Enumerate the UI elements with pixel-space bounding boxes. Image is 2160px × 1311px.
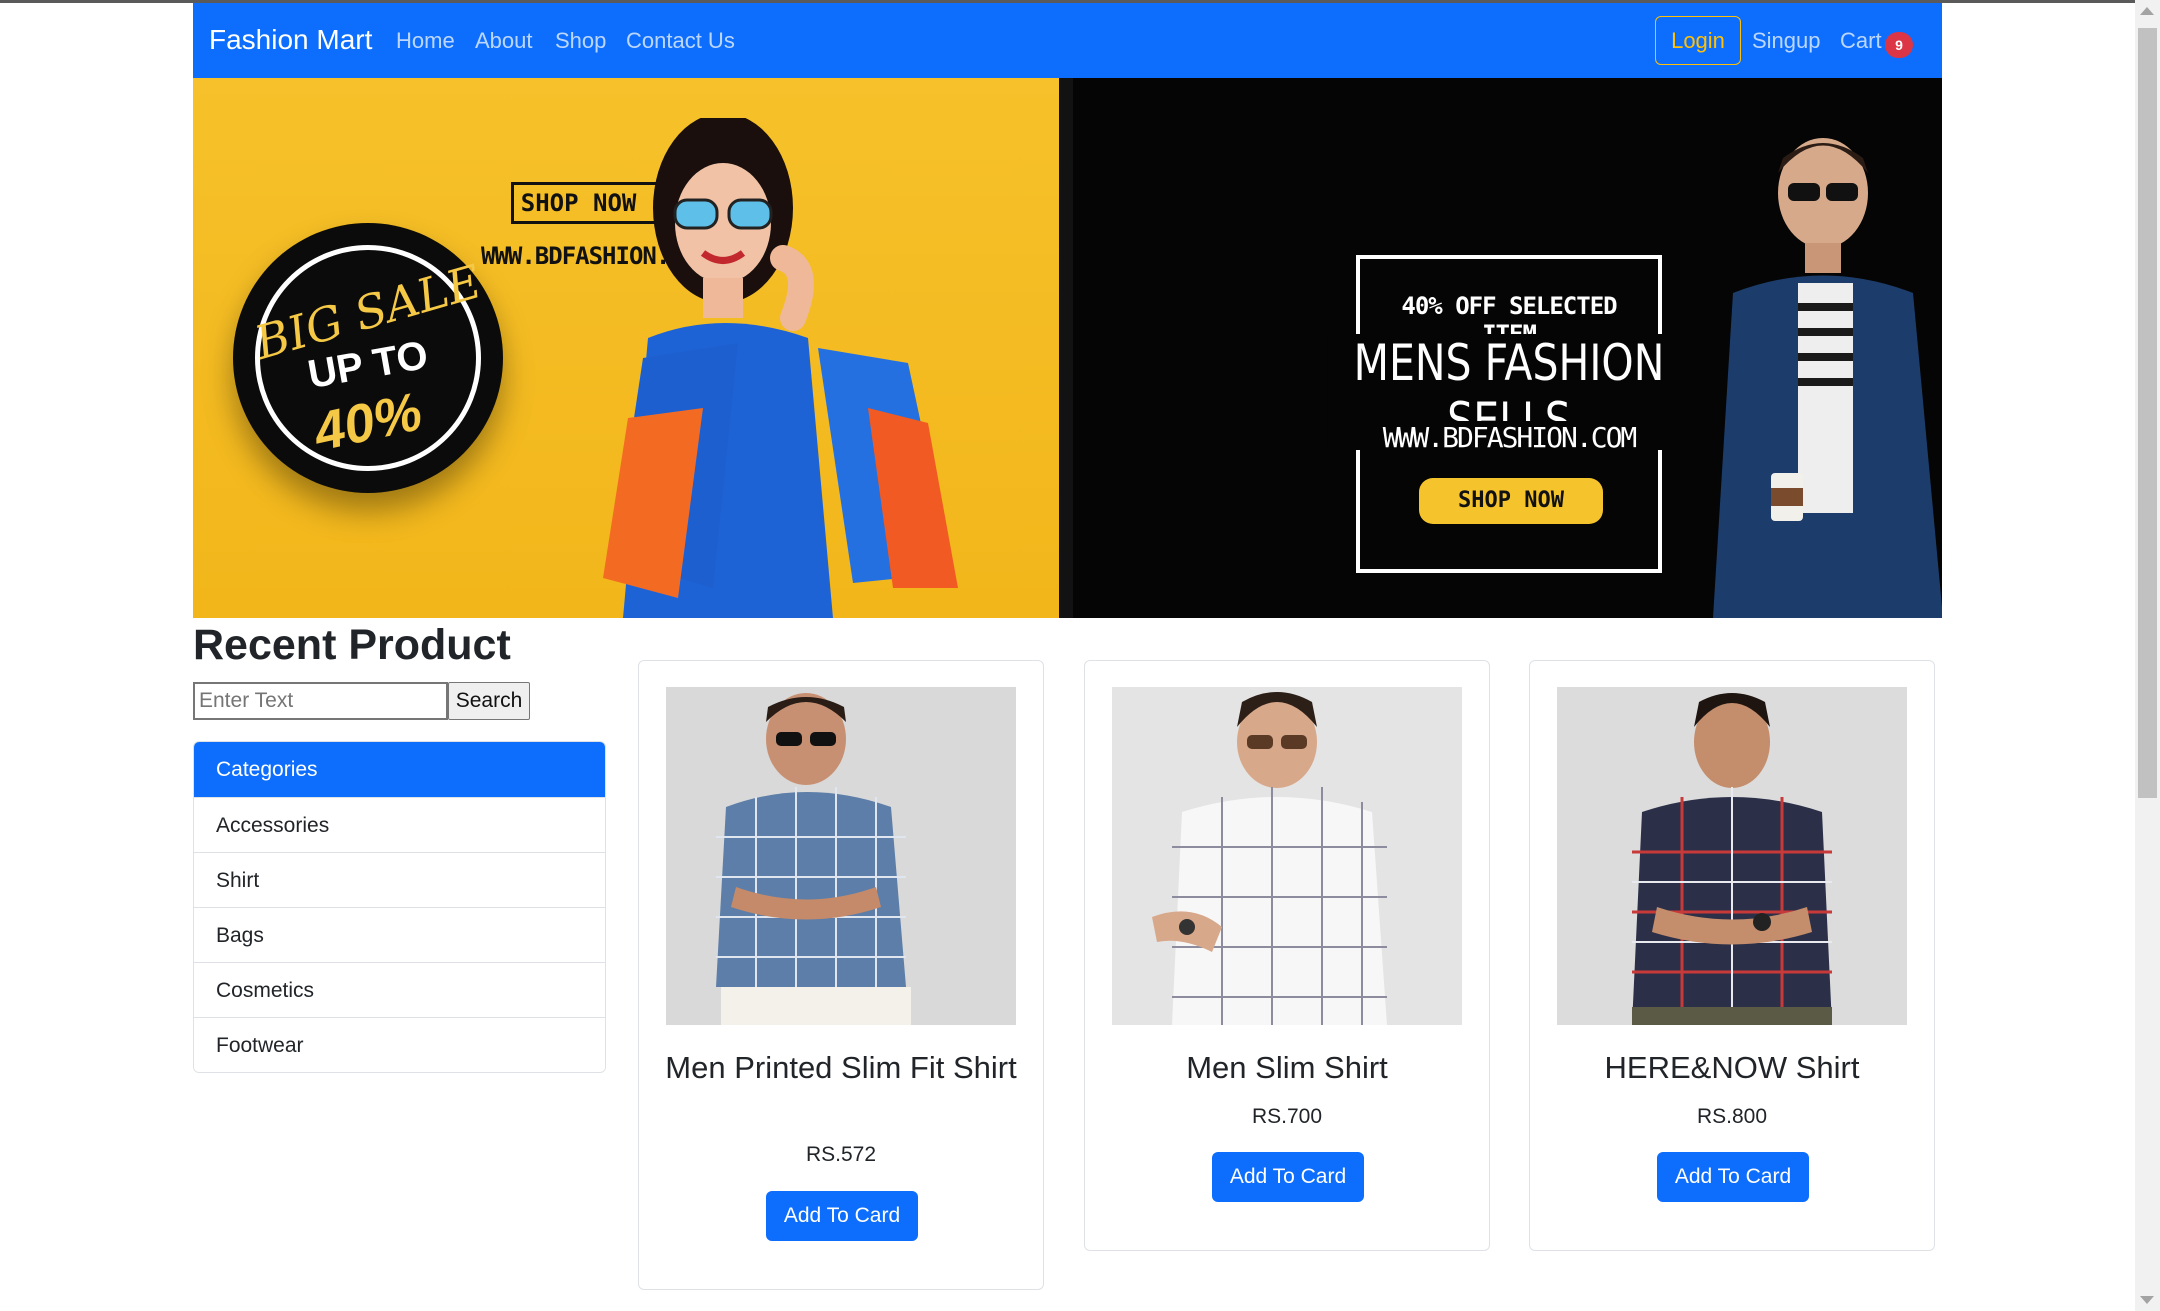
- nav-shop[interactable]: Shop: [555, 28, 606, 54]
- promo-shop-now-button: SHOP NOW: [1419, 478, 1603, 524]
- product-card: Men Slim Shirt RS.700 Add To Card: [1084, 660, 1490, 1251]
- categories-list: Categories Accessories Shirt Bags Cosmet…: [193, 741, 606, 1073]
- categories-header[interactable]: Categories: [194, 742, 605, 797]
- promo-url: WWW.BDFASHION.COM: [1368, 421, 1650, 454]
- search-button[interactable]: Search: [448, 682, 530, 720]
- add-to-cart-button[interactable]: Add To Card: [1657, 1152, 1809, 1202]
- category-accessories[interactable]: Accessories: [194, 797, 605, 852]
- navbar: Fashion Mart Home About Shop Contact Us …: [193, 3, 1942, 78]
- category-footwear[interactable]: Footwear: [194, 1017, 605, 1072]
- category-cosmetics[interactable]: Cosmetics: [194, 962, 605, 1017]
- add-to-cart-button[interactable]: Add To Card: [766, 1191, 918, 1241]
- product-title: Men Printed Slim Fit Shirt: [665, 1050, 1017, 1085]
- login-button[interactable]: Login: [1655, 16, 1741, 65]
- scroll-up-arrow-icon[interactable]: [2140, 7, 2154, 15]
- product-card: Men Printed Slim Fit Shirt RS.572 Add To…: [638, 660, 1044, 1290]
- category-shirt[interactable]: Shirt: [194, 852, 605, 907]
- product-image[interactable]: [1112, 687, 1462, 1025]
- woman-shopping-illustration: [603, 118, 958, 618]
- search-input[interactable]: [193, 682, 448, 720]
- shirt-model-photo: [1112, 687, 1462, 1025]
- man-fashion-illustration: [1713, 138, 1942, 618]
- product-price: RS.572: [805, 1143, 877, 1166]
- product-title: Men Slim Shirt: [1186, 1050, 1388, 1085]
- product-price: RS.700: [1251, 1105, 1323, 1128]
- cart-count-badge: 9: [1885, 32, 1913, 58]
- cart-link[interactable]: Cart: [1840, 28, 1882, 54]
- shirt-model-photo: [666, 687, 1016, 1025]
- nav-about[interactable]: About: [475, 28, 533, 54]
- product-image[interactable]: [1557, 687, 1907, 1025]
- category-bags[interactable]: Bags: [194, 907, 605, 962]
- hero-banner: BIG SALE UP TO 40% SHOP NOW ▸ WWW.BDFASH…: [193, 78, 1942, 618]
- add-to-cart-button[interactable]: Add To Card: [1212, 1152, 1364, 1202]
- nav-home[interactable]: Home: [396, 28, 455, 54]
- shirt-model-photo: [1557, 687, 1907, 1025]
- product-title: HERE&NOW Shirt: [1604, 1050, 1860, 1085]
- vertical-scrollbar[interactable]: [2135, 0, 2160, 1311]
- scrollbar-thumb[interactable]: [2138, 28, 2157, 798]
- page-heading: Recent Product: [193, 621, 511, 669]
- product-price: RS.800: [1696, 1105, 1768, 1128]
- brand-logo[interactable]: Fashion Mart: [209, 24, 372, 56]
- signup-link[interactable]: Singup: [1752, 28, 1821, 54]
- banner-divider: [1059, 78, 1073, 618]
- big-sale-badge: BIG SALE UP TO 40%: [233, 223, 503, 493]
- product-card: HERE&NOW Shirt RS.800 Add To Card: [1529, 660, 1935, 1251]
- scroll-down-arrow-icon[interactable]: [2140, 1296, 2154, 1304]
- nav-contact[interactable]: Contact Us: [626, 28, 735, 54]
- product-image[interactable]: [666, 687, 1016, 1025]
